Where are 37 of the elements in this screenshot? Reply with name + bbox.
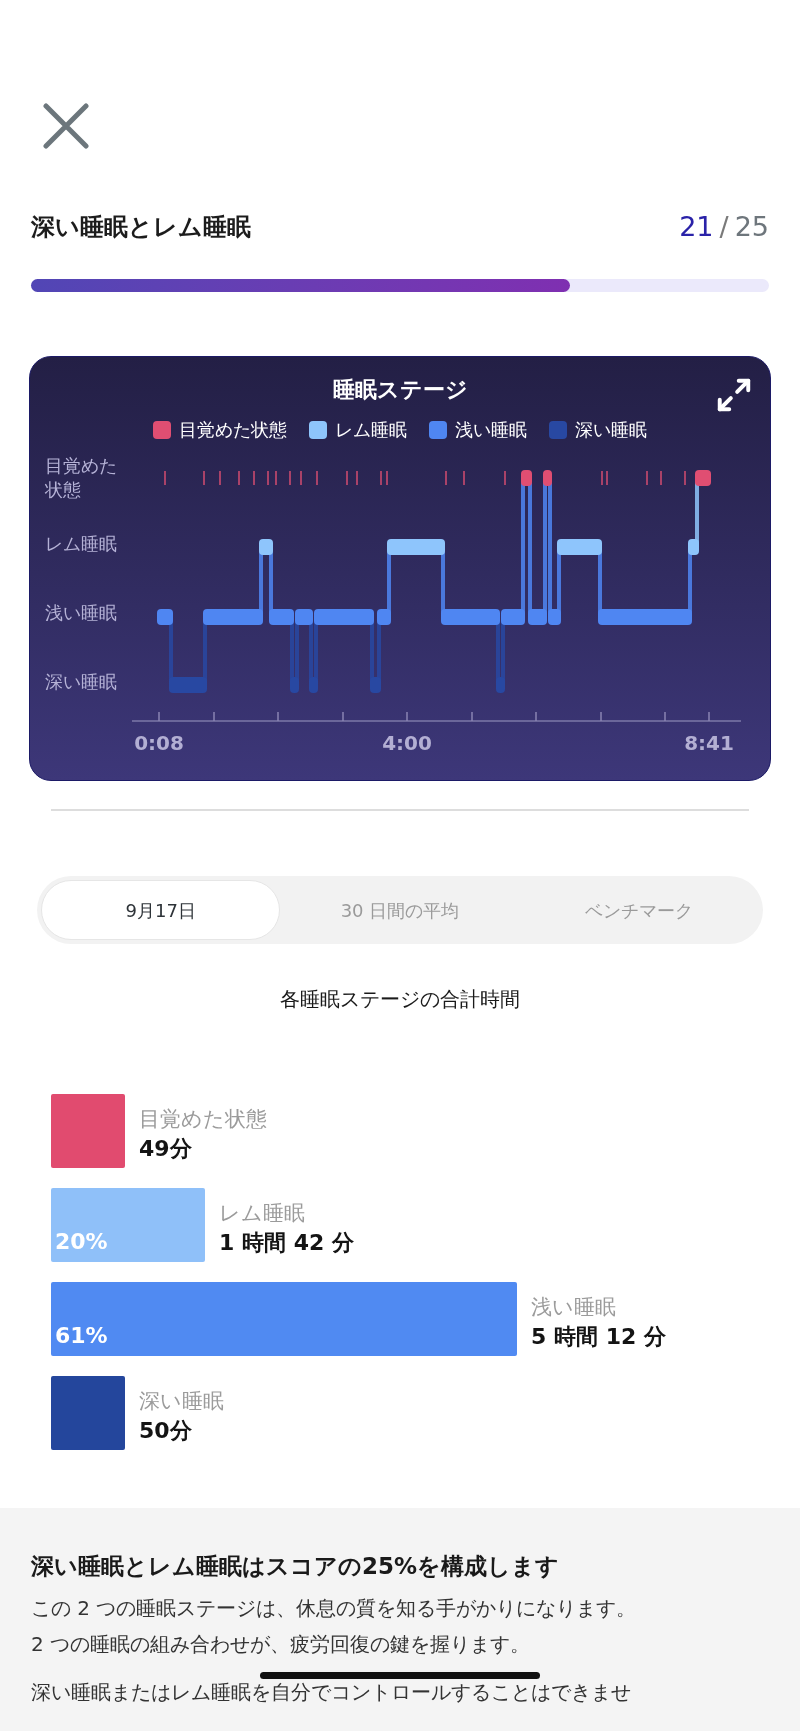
stage-label: レム睡眠 (219, 1200, 306, 1227)
stage-label: 目覚めた状態 (139, 1106, 267, 1133)
expand-icon (715, 376, 753, 414)
legend-label: 浅い睡眠 (455, 418, 527, 442)
percent-label: 61% (55, 1322, 108, 1350)
info-text: 深い睡眠またはレム睡眠を自分でコントロールすることはできませ (31, 1681, 632, 1703)
axis-label: 浅い睡眠 (45, 600, 118, 625)
tab[interactable]: 30 日間の平均 (280, 880, 520, 940)
legend-label: レム睡眠 (335, 418, 407, 442)
stage-duration: 49分 (139, 1135, 193, 1163)
tab[interactable]: 9月17日 (41, 880, 281, 940)
stage-duration: 50分 (139, 1417, 193, 1445)
close-button[interactable] (42, 102, 90, 150)
stage-duration: 5 時間 12 分 (531, 1323, 666, 1351)
stage-label: 浅い睡眠 (531, 1294, 617, 1321)
page-title: 深い睡眠とレム睡眠 (31, 212, 251, 243)
tab[interactable]: ベンチマーク (519, 880, 759, 940)
axis-label: 4:00 (382, 731, 432, 755)
close-icon (43, 103, 89, 149)
score: 21 (679, 209, 714, 244)
info-heading: 深い睡眠とレム睡眠はスコアの25%を構成します (31, 1552, 561, 1581)
axis-label: 0:08 (134, 731, 184, 755)
axis-label: レム睡眠 (45, 531, 118, 556)
stage-duration: 1 時間 42 分 (219, 1229, 354, 1257)
stage-label: 深い睡眠 (139, 1388, 224, 1415)
separator: / (719, 209, 729, 244)
total: 25 (734, 209, 769, 244)
legend-label: 目覚めた状態 (179, 418, 287, 442)
axis-label: 目覚めた状態 (45, 454, 118, 502)
percent-label: 20% (55, 1228, 108, 1256)
info-text: この 2 つの睡眠ステージは、休息の質を知る手がかりになります。 (31, 1595, 638, 1622)
chart-title: 睡眠ステージ (332, 376, 468, 404)
info-text: 2 つの睡眠の組み合わせが、疲労回復の鍵を握ります。 (31, 1631, 532, 1658)
legend-label: 深い睡眠 (575, 418, 647, 442)
axis-label: 8:41 (684, 731, 734, 755)
section-title: 各睡眠ステージの合計時間 (280, 986, 520, 1013)
axis-label: 深い睡眠 (45, 669, 118, 694)
